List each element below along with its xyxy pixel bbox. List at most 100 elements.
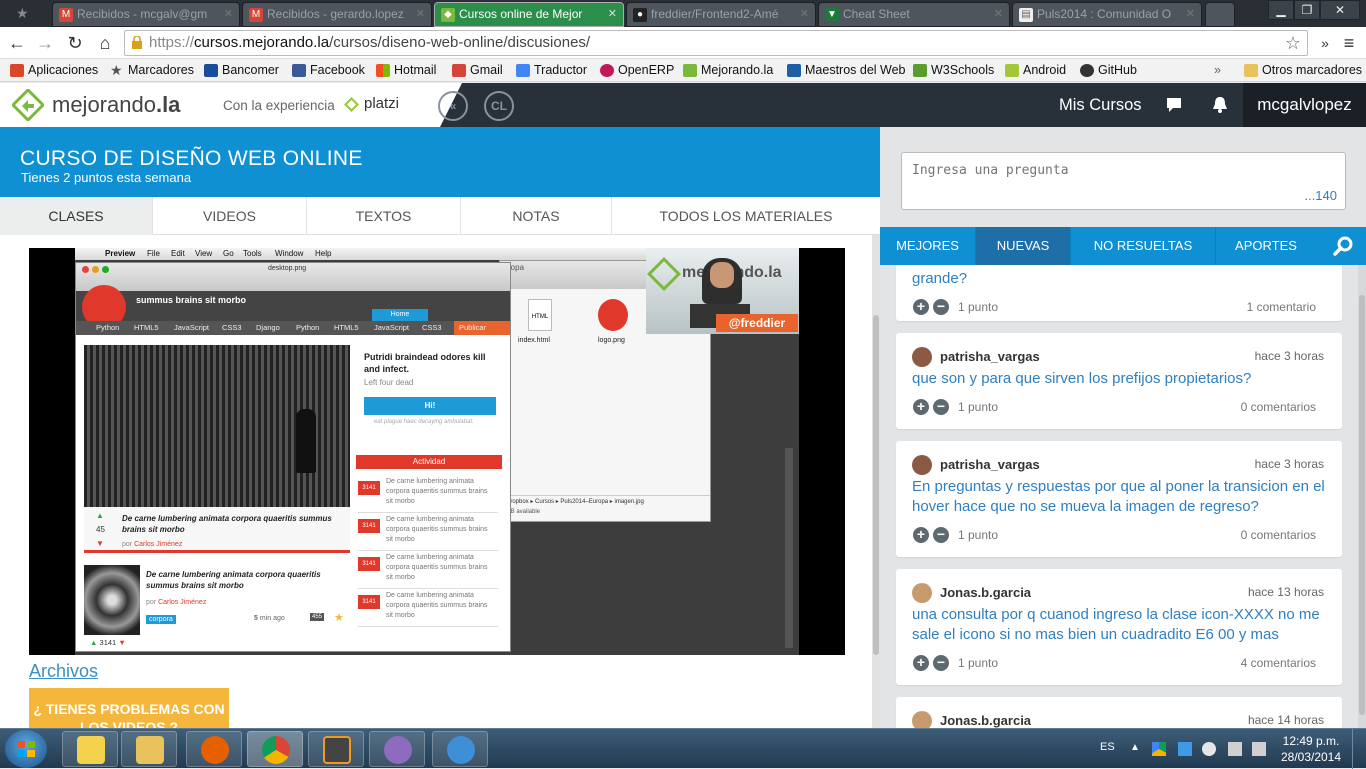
video-player[interactable]: Preview File Edit View Go Tools Window H… [29,248,845,655]
question-author[interactable]: Jonas.b.garcia [940,585,1031,600]
start-button[interactable] [5,730,47,768]
question-title[interactable]: grande? [912,269,1327,289]
tab-textos[interactable]: TEXTOS [307,197,461,235]
bookmark-gmail[interactable]: Gmail [450,62,503,79]
question-comments[interactable]: 4 comentarios [1241,656,1316,670]
downvote-minus-icon[interactable]: − [933,527,949,543]
system-clock[interactable]: 12:49 p.m. 28/03/2014 [1280,733,1342,765]
close-tab-icon[interactable]: ✕ [800,3,809,26]
taskbar-firefox[interactable] [186,731,242,767]
new-tab-button[interactable] [1205,2,1235,27]
question-card[interactable]: grande? + − 1 punto 1 comentario [896,265,1342,321]
filter-aportes[interactable]: APORTES [1216,227,1316,265]
mejorando-logo-icon[interactable] [12,89,44,121]
question-card[interactable]: patrisha_vargas hace 3 horas En pregunta… [896,441,1342,557]
taskbar-app[interactable] [432,731,488,767]
bookmark-github[interactable]: GitHub [1078,62,1137,79]
extensions-overflow-icon[interactable]: » [1314,32,1336,54]
question-author[interactable]: Jonas.b.garcia [940,713,1031,728]
close-tab-icon[interactable]: ✕ [1186,3,1195,26]
close-tab-icon[interactable]: ✕ [224,3,233,26]
bookmark-star-icon[interactable]: ☆ [1285,31,1301,55]
tab-todos-los-materiales[interactable]: TODOS LOS MATERIALES [612,197,880,235]
bookmark-marcadores[interactable]: ★ Marcadores [108,62,194,79]
filter-nuevas[interactable]: NUEVAS [976,227,1071,265]
close-window-button[interactable]: ✕ [1320,0,1360,20]
question-comments[interactable]: 0 comentarios [1241,528,1316,542]
taskbar-chrome[interactable] [247,731,303,767]
show-desktop-button[interactable] [1352,729,1366,769]
bookmark-aplicaciones[interactable]: Aplicaciones [8,62,98,79]
question-author[interactable]: patrisha_vargas [940,349,1040,364]
google-drive-icon[interactable] [1152,742,1166,756]
volume-icon[interactable] [1252,742,1266,756]
language-indicator[interactable]: ES [1100,741,1115,753]
reload-icon[interactable]: ↻ [64,32,86,54]
tab-clases[interactable]: CLASES [0,197,153,235]
bookmark-otros-marcadores[interactable]: Otros marcadores [1242,62,1362,79]
upvote-plus-icon[interactable]: + [913,655,929,671]
close-tab-icon[interactable]: ✕ [416,3,425,26]
close-tab-icon[interactable]: ✕ [608,3,617,26]
taskbar-explorer[interactable] [62,731,118,767]
content-scrollbar[interactable] [872,235,880,728]
upvote-plus-icon[interactable]: + [913,299,929,315]
browser-tab-mejorando[interactable]: ◆ Cursos online de Mejor ✕ [434,2,624,27]
chrome-menu-icon[interactable]: ≡ [1338,32,1360,54]
upvote-plus-icon[interactable]: + [913,399,929,415]
browser-tab-puls2014[interactable]: ▤ Puls2014 : Comunidad O ✕ [1012,2,1202,27]
question-title[interactable]: En preguntas y respuestas por que al pon… [912,477,1327,517]
cloud-icon[interactable] [1202,742,1216,756]
bookmarks-overflow[interactable]: » [1214,62,1221,79]
browser-tab-gmail-2[interactable]: M Recibidos - gerardo.lopez ✕ [242,2,432,27]
question-title[interactable]: que son y para que sirven los prefijos p… [912,369,1327,389]
user-menu[interactable]: mcgalvlopez [1243,83,1366,127]
downvote-minus-icon[interactable]: − [933,399,949,415]
filter-no-resueltas[interactable]: NO RESUELTAS [1071,227,1216,265]
question-title[interactable]: una consulta por q cuanod ingreso la cla… [912,605,1327,645]
taskbar-files[interactable] [121,731,177,767]
tab-videos[interactable]: VIDEOS [153,197,307,235]
question-card[interactable]: Jonas.b.garcia hace 13 horas una consult… [896,569,1342,685]
question-comments[interactable]: 1 comentario [1247,300,1316,314]
upvote-plus-icon[interactable]: + [913,527,929,543]
taskbar-pidgin[interactable] [369,731,425,767]
search-icon[interactable] [1332,235,1354,257]
bookmark-openerp[interactable]: OpenERP [598,62,674,79]
mis-cursos-link[interactable]: Mis Cursos [1059,96,1142,115]
question-comments[interactable]: 0 comentarios [1241,400,1316,414]
question-card[interactable]: Jonas.b.garcia hace 14 horas [896,697,1342,728]
video-problems-button[interactable]: ¿ TIENES PROBLEMAS CON LOS VIDEOS ? [29,688,229,728]
ask-question-box[interactable]: ...140 [901,152,1346,210]
question-author[interactable]: patrisha_vargas [940,457,1040,472]
tab-scroll-icon[interactable]: ★ [16,4,36,22]
bookmark-traductor[interactable]: Traductor [514,62,587,79]
platzi-logo[interactable]: platzi [344,95,399,112]
browser-tab-gmail-1[interactable]: M Recibidos - mcgalv@gm ✕ [52,2,240,27]
site-logo-text[interactable]: mejorando.la [52,92,180,118]
address-bar[interactable]: https://cursos.mejorando.la/cursos/disen… [124,30,1308,56]
home-icon[interactable]: ⌂ [94,32,116,54]
minimize-button[interactable]: ▁ [1268,0,1294,20]
bookmark-maestros-del-web[interactable]: Maestros del Web [785,62,906,79]
bookmark-bancomer[interactable]: Bancomer [202,62,279,79]
browser-tab-cheatsheet[interactable]: ▼ Cheat Sheet ✕ [818,2,1010,27]
sidebar-scrollbar[interactable] [1358,265,1366,728]
content-scroll-thumb[interactable] [873,315,879,655]
bookmark-mejorando[interactable]: Mejorando.la [681,62,773,79]
bookmark-w3schools[interactable]: W3Schools [911,62,994,79]
cl-circle-button[interactable]: CL [484,91,514,121]
maestros-circle-button[interactable]: « [438,91,468,121]
forward-arrow-icon[interactable]: → [34,32,56,54]
restore-button[interactable]: ❐ [1294,0,1320,20]
close-tab-icon[interactable]: ✕ [994,3,1003,26]
question-card[interactable]: patrisha_vargas hace 3 horas que son y p… [896,333,1342,429]
downvote-minus-icon[interactable]: − [933,655,949,671]
archivos-link[interactable]: Archivos [29,661,98,682]
bookmark-facebook[interactable]: Facebook [290,62,365,79]
ask-question-input[interactable] [912,163,1332,178]
browser-tab-github[interactable]: ● freddier/Frontend2-Amé ✕ [626,2,816,27]
tray-expand-icon[interactable]: ▲ [1130,742,1144,756]
taskbar-sublime[interactable] [308,731,364,767]
sidebar-scroll-thumb[interactable] [1359,295,1365,715]
